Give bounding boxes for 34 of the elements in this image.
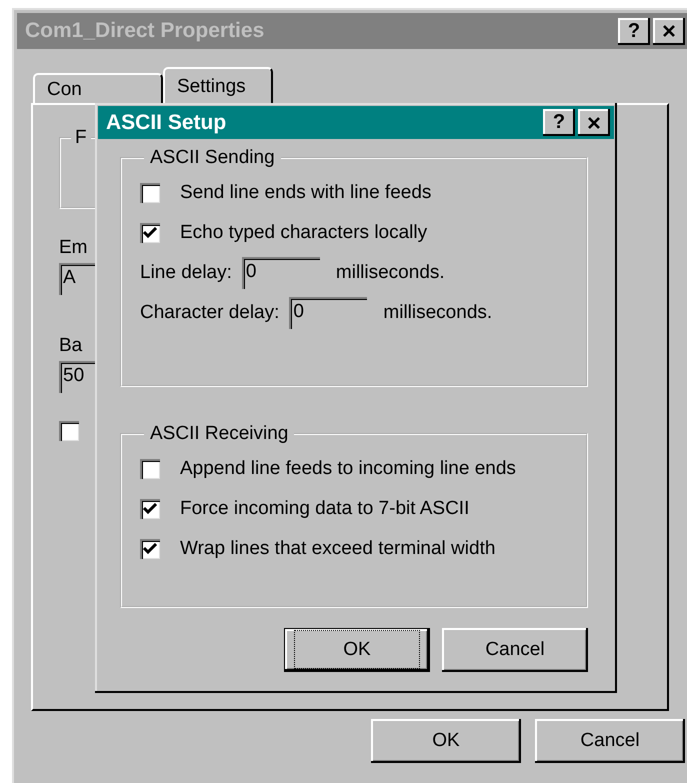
tab[interactable]: Settings xyxy=(163,67,273,105)
tab[interactable]: Con xyxy=(33,73,163,105)
help-button[interactable]: ? xyxy=(543,109,575,136)
unit-label: milliseconds. xyxy=(383,302,492,324)
checkbox[interactable] xyxy=(140,539,160,559)
ok-button[interactable]: OK xyxy=(284,628,430,672)
checkbox[interactable] xyxy=(140,183,160,203)
field-label: Em xyxy=(59,237,88,259)
group-title: ASCII Sending xyxy=(149,147,276,169)
checkbox-label[interactable]: Append line feeds to incoming line ends xyxy=(180,458,516,480)
field-label: Character delay: xyxy=(140,302,280,324)
checkbox-label[interactable]: Wrap lines that exceed terminal width xyxy=(180,538,496,560)
checkbox[interactable] xyxy=(140,499,160,519)
delay-field[interactable]: 0 xyxy=(242,257,320,289)
cancel-button[interactable]: Cancel xyxy=(535,719,685,763)
field-label: Line delay: xyxy=(140,262,232,284)
checkbox-label[interactable]: Send line ends with line feeds xyxy=(180,182,432,204)
close-icon xyxy=(662,24,676,38)
cancel-button[interactable]: Cancel xyxy=(442,628,588,672)
checkbox-label[interactable]: Echo typed characters locally xyxy=(180,222,428,244)
delay-field[interactable]: 0 xyxy=(289,297,368,329)
checkbox[interactable] xyxy=(59,421,79,441)
group-title: ASCII Receiving xyxy=(149,423,290,445)
checkbox[interactable] xyxy=(140,459,160,479)
unit-label: milliseconds. xyxy=(336,262,445,284)
close-button[interactable] xyxy=(578,109,610,136)
group-label: F xyxy=(74,127,88,149)
window-title: Com1_Direct Properties xyxy=(25,19,264,43)
ok-button[interactable]: OK xyxy=(371,719,521,763)
checkbox-label[interactable]: Force incoming data to 7-bit ASCII xyxy=(180,498,470,520)
checkbox[interactable] xyxy=(140,223,160,243)
dialog-title: ASCII Setup xyxy=(106,110,226,134)
field-label: Ba xyxy=(59,335,82,357)
close-icon xyxy=(587,116,601,130)
